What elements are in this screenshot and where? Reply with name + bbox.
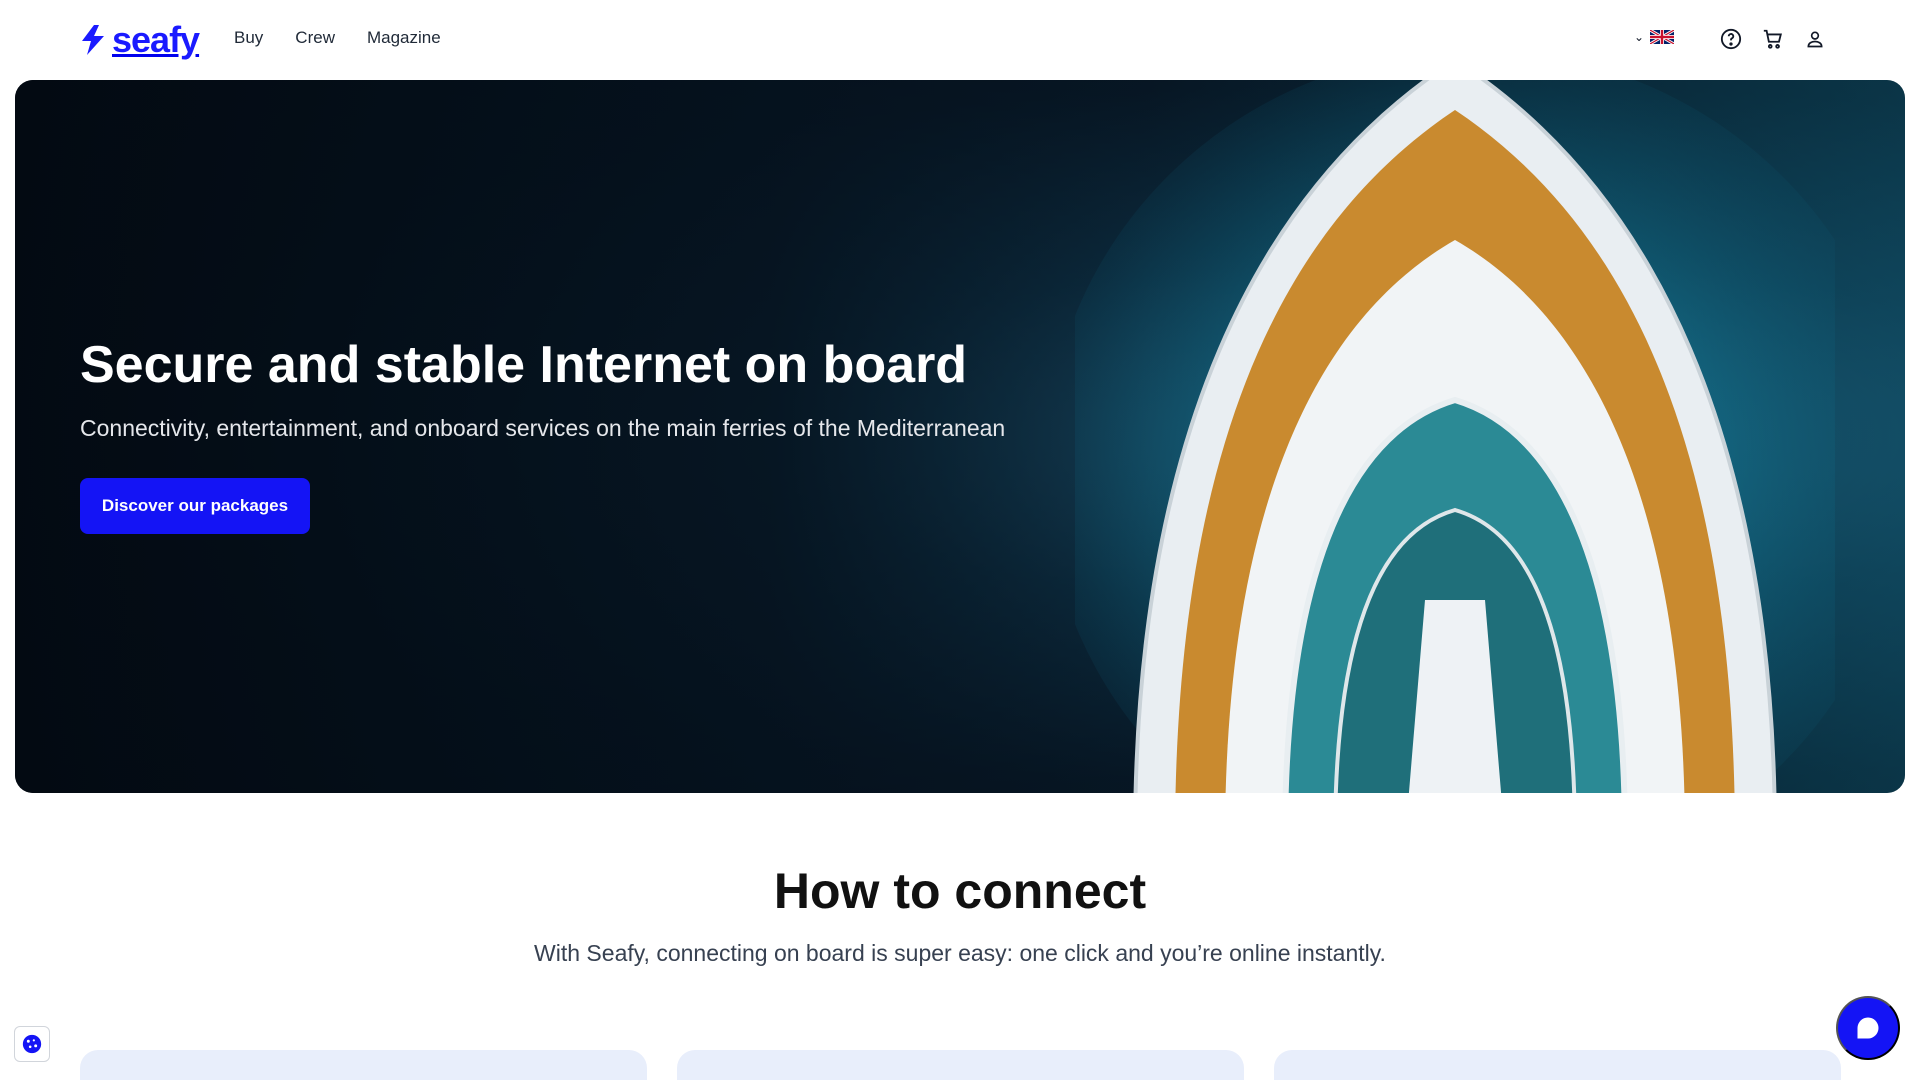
help-icon[interactable] xyxy=(1718,26,1744,52)
connect-cards xyxy=(80,1050,1841,1080)
discover-packages-button[interactable]: Discover our packages xyxy=(80,478,310,534)
cruise-ship-image xyxy=(1075,80,1835,793)
nav-magazine[interactable]: Magazine xyxy=(367,28,441,48)
brand-name: seafy xyxy=(112,19,200,60)
connect-card xyxy=(677,1050,1244,1080)
cart-icon[interactable] xyxy=(1760,26,1786,52)
section-subtitle: With Seafy, connecting on board is super… xyxy=(534,940,1386,966)
main-nav: Buy Crew Magazine xyxy=(234,28,441,48)
hero-banner: Secure and stable Internet on board Conn… xyxy=(15,80,1905,793)
hero-title: Secure and stable Internet on board xyxy=(80,336,968,394)
hero-subtitle: Connectivity, entertainment, and onboard… xyxy=(80,415,1006,441)
chevron-down-icon: ⌄ xyxy=(1634,30,1645,44)
seafy-bolt-icon xyxy=(82,25,104,55)
language-selector[interactable]: ⌄ xyxy=(1634,30,1675,44)
chat-bubble-icon[interactable] xyxy=(1836,996,1900,1060)
connect-card xyxy=(80,1050,647,1080)
nav-buy[interactable]: Buy xyxy=(234,28,263,48)
uk-flag-icon xyxy=(1650,30,1675,44)
section-title: How to connect xyxy=(773,863,1147,919)
nav-crew[interactable]: Crew xyxy=(295,28,335,48)
site-header: seafy Buy Crew Magazine ⌄ xyxy=(0,0,1920,80)
cookie-settings-icon[interactable] xyxy=(14,1026,50,1062)
connect-card xyxy=(1274,1050,1841,1080)
header-actions xyxy=(1718,26,1828,52)
user-icon[interactable] xyxy=(1802,26,1828,52)
seafy-logo[interactable]: seafy xyxy=(78,19,200,60)
